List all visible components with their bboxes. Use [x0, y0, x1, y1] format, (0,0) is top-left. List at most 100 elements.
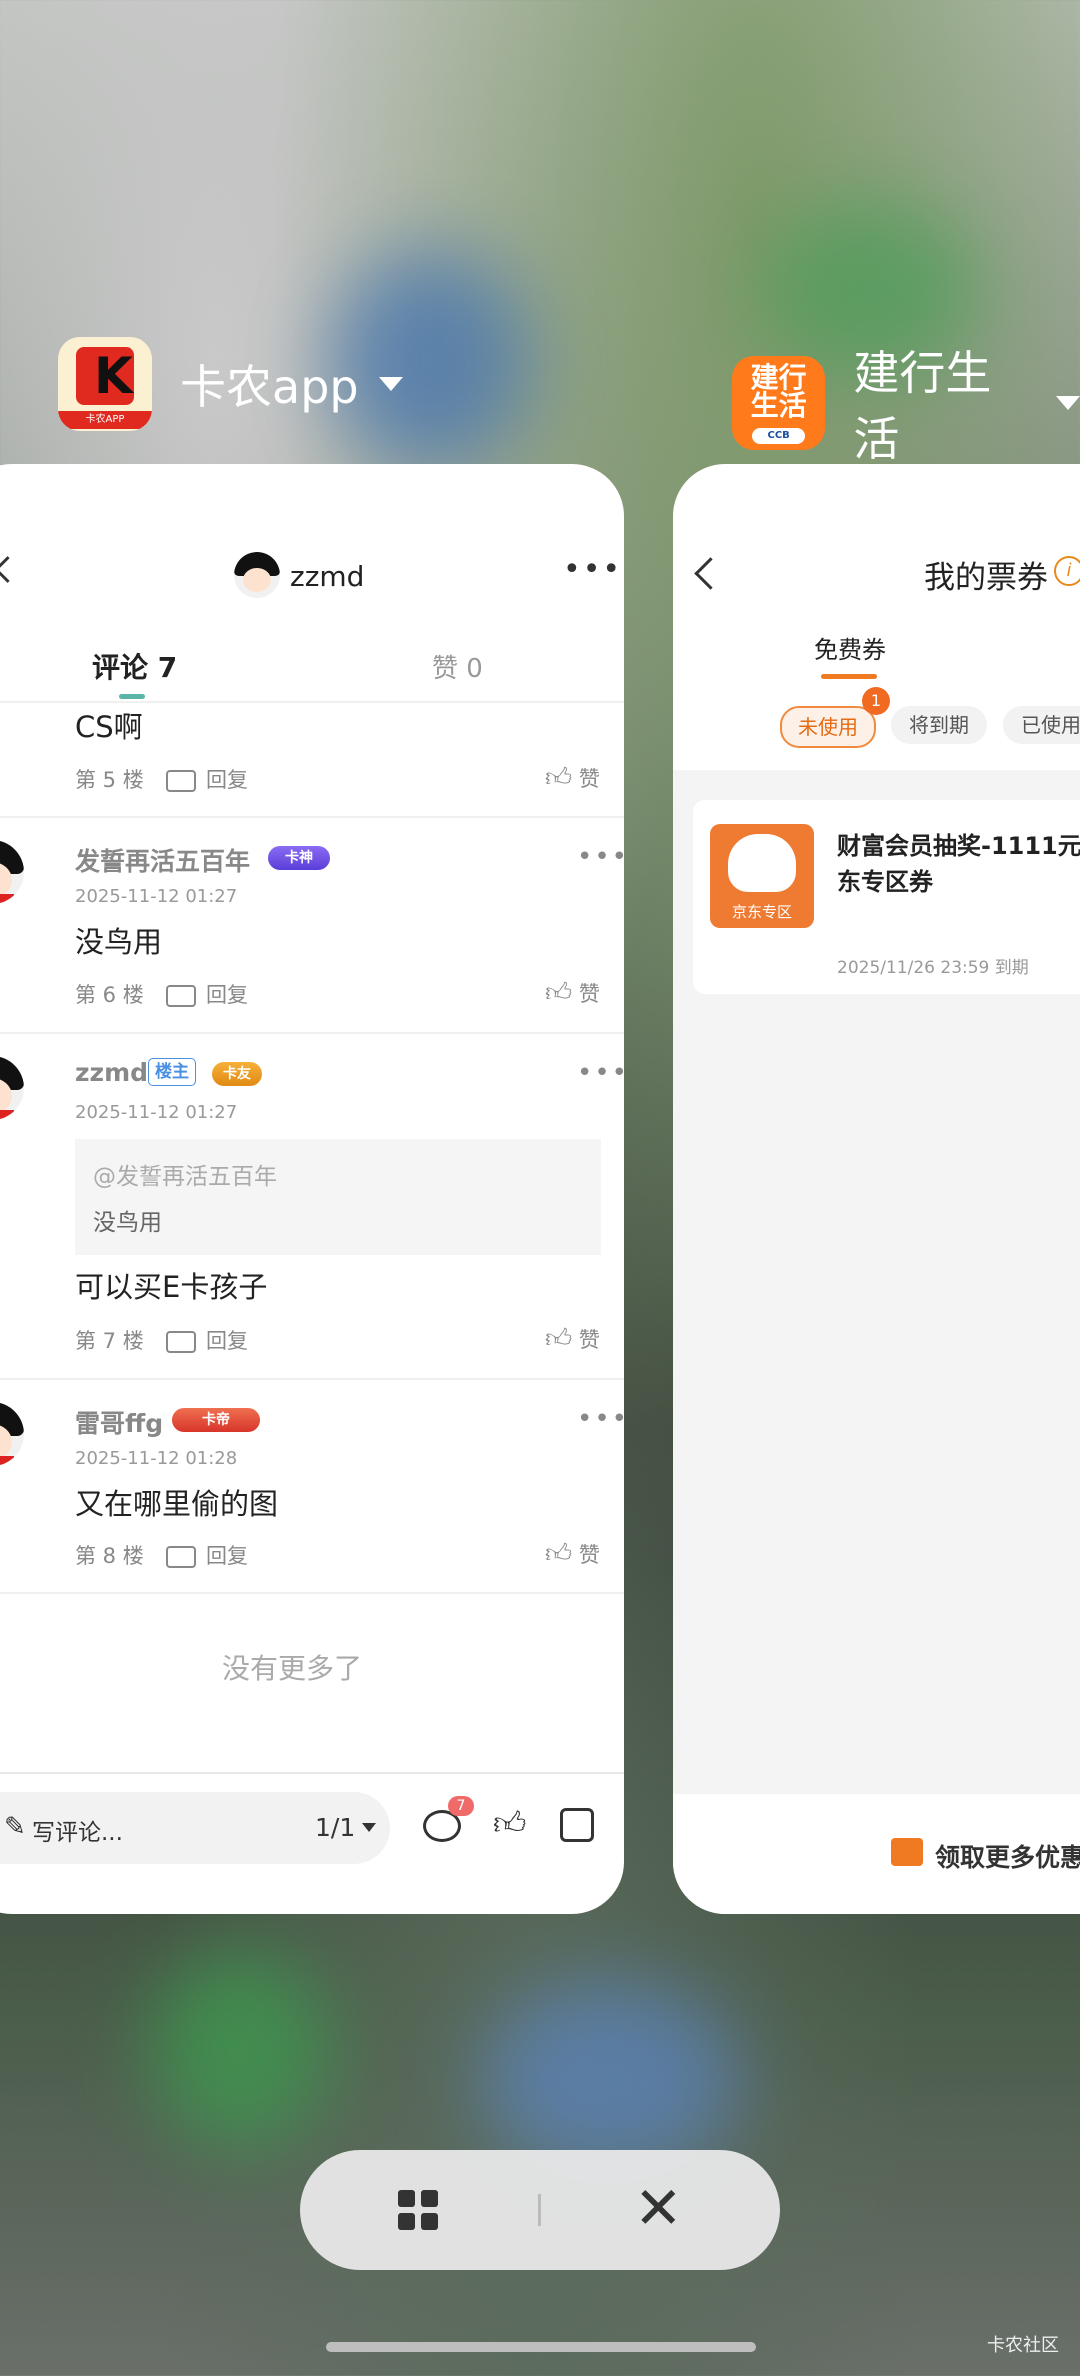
- coupon-card[interactable]: 京东专区 财富会员抽奖-1111元 东专区券 2025/11/26 23:59 …: [693, 800, 1080, 994]
- reply-button[interactable]: 回复: [166, 764, 248, 794]
- watermark: 卡农社区: [987, 2335, 1059, 2356]
- comment-input[interactable]: ✎ 写评论... 1/1: [0, 1792, 390, 1864]
- quoted-text: 没鸟用: [93, 1210, 162, 1236]
- quoted-user: @发誓再活五百年: [93, 1164, 277, 1190]
- floor-number: 第 6 楼: [75, 983, 144, 1007]
- page-indicator[interactable]: 1/1: [315, 1813, 355, 1842]
- info-icon[interactable]: i: [1054, 556, 1080, 586]
- caret-down-icon[interactable]: [362, 1823, 376, 1832]
- back-icon[interactable]: [0, 556, 21, 583]
- icon-text-top: 建行: [750, 361, 807, 394]
- tab-comments[interactable]: 评论 7: [92, 646, 177, 686]
- icon-bank-label: CCB: [752, 428, 806, 444]
- tab-likes[interactable]: 赞 0: [432, 648, 483, 685]
- dog-icon: [728, 834, 796, 892]
- footer-bar[interactable]: 领取更多优惠: [673, 1794, 1080, 1914]
- reply-button[interactable]: 回复: [166, 979, 248, 1009]
- like-button[interactable]: 👍︎ 赞: [545, 762, 600, 793]
- pencil-icon: ✎: [4, 1812, 26, 1842]
- comment-time: 2025-11-12 01:28: [75, 1448, 238, 1469]
- comment-time: 2025-11-12 01:27: [75, 1102, 238, 1123]
- filter-expiring[interactable]: 将到期: [891, 706, 987, 744]
- comment-placeholder: 写评论...: [32, 1820, 123, 1846]
- coupon-thumb: 京东专区: [710, 824, 814, 928]
- tab-free-coupons[interactable]: 免费券: [814, 630, 886, 665]
- floor-number: 第 8 楼: [75, 1544, 144, 1568]
- left-app-header[interactable]: K 卡农APP 卡农app: [58, 337, 403, 431]
- chevron-down-icon[interactable]: [1056, 396, 1080, 410]
- avatar[interactable]: [0, 840, 24, 904]
- comment-content: CS啊: [75, 710, 143, 744]
- author-name: zzmd: [290, 560, 365, 593]
- dock-divider: [538, 2194, 541, 2226]
- comment-time: 2025-11-12 01:27: [75, 886, 238, 907]
- right-app-name: 建行生活: [853, 346, 992, 466]
- reply-icon: [166, 770, 196, 792]
- level-badge: 卡友: [212, 1062, 262, 1086]
- comment-content: 又在哪里偷的图: [75, 1487, 279, 1521]
- reply-button[interactable]: 回复: [166, 1325, 248, 1355]
- thumbs-up-icon: 👍︎: [545, 1324, 573, 1354]
- end-of-list: 没有更多了: [221, 1652, 362, 1685]
- more-icon[interactable]: •••: [577, 1404, 624, 1434]
- filter-used[interactable]: 已使用: [1003, 706, 1080, 744]
- background-blob: [150, 1950, 330, 2150]
- comment-content: 没鸟用: [75, 925, 163, 959]
- filter-badge: 1: [862, 687, 890, 715]
- chevron-down-icon[interactable]: [378, 377, 403, 391]
- left-app-name: 卡农app: [180, 360, 359, 414]
- ccb-life-app-icon: 建行 生活 CCB: [732, 356, 826, 450]
- home-indicator[interactable]: [326, 2342, 756, 2352]
- page-title: 我的票券: [924, 560, 1048, 596]
- coupon-expiry: 2025/11/26 23:59 到期: [837, 958, 1029, 978]
- share-icon[interactable]: [560, 1808, 594, 1842]
- kanong-app-icon: K 卡农APP: [58, 337, 152, 431]
- thumbs-up-icon: 👍︎: [545, 978, 573, 1008]
- right-app-card[interactable]: 我的票券 i 免费券 未使用 1 将到期 已使用 京东专区 财富会员抽奖-111…: [673, 464, 1080, 1914]
- reply-icon: [166, 1546, 196, 1568]
- footer-text: 领取更多优惠: [935, 1843, 1080, 1872]
- grid-icon[interactable]: [398, 2190, 438, 2230]
- reply-button[interactable]: 回复: [166, 1540, 248, 1570]
- avatar[interactable]: [0, 1402, 24, 1466]
- icon-text-bottom: 生活: [750, 389, 807, 422]
- quoted-comment: @发誓再活五百年 没鸟用: [75, 1139, 601, 1255]
- more-icon[interactable]: •••: [563, 552, 622, 587]
- like-button[interactable]: 👍︎ 赞: [545, 1323, 600, 1354]
- commenter-name[interactable]: zzmd: [75, 1058, 148, 1087]
- divider: [0, 701, 624, 703]
- thumbs-up-icon: 👍︎: [545, 1539, 573, 1569]
- thumbs-up-icon[interactable]: 👍︎: [493, 1804, 526, 1843]
- more-icon[interactable]: •••: [577, 1058, 624, 1088]
- reply-icon: [166, 1331, 196, 1353]
- thumbs-up-icon: 👍︎: [545, 763, 573, 793]
- coupon-thumb-label: 京东专区: [731, 903, 792, 921]
- coupon-title-line1: 财富会员抽奖-1111元: [837, 832, 1080, 860]
- commenter-name[interactable]: 雷哥ffg: [75, 1404, 163, 1440]
- level-badge: 卡帝: [172, 1408, 260, 1432]
- left-app-card[interactable]: zzmd ••• 评论 7 赞 0 CS啊 第 5 楼 回复 👍︎ 赞 发誓再活…: [0, 464, 624, 1914]
- filter-unused[interactable]: 未使用: [780, 706, 876, 748]
- reply-icon: [166, 985, 196, 1007]
- coupon-title-line2: 东专区券: [837, 868, 933, 896]
- avatar[interactable]: [0, 1056, 24, 1120]
- more-icon[interactable]: •••: [577, 842, 624, 872]
- close-all-icon[interactable]: ✕: [634, 2176, 683, 2240]
- commenter-name[interactable]: 发誓再活五百年: [75, 842, 250, 878]
- owner-tag: 楼主: [148, 1058, 196, 1086]
- tab-underline: [119, 694, 145, 699]
- right-app-header[interactable]: 建行 生活 CCB 建行生活: [732, 337, 1080, 469]
- comment-count-badge: 7: [448, 1796, 474, 1816]
- back-icon[interactable]: [694, 557, 727, 590]
- coupon-list-area: 京东专区 财富会员抽奖-1111元 东专区券 2025/11/26 23:59 …: [673, 770, 1080, 1794]
- like-button[interactable]: 👍︎ 赞: [545, 977, 600, 1008]
- floor-number: 第 7 楼: [75, 1329, 144, 1353]
- author-avatar[interactable]: [234, 552, 280, 598]
- app-icon-label: 卡农APP: [58, 411, 152, 429]
- level-badge: 卡神: [268, 846, 330, 870]
- gift-icon: [891, 1838, 923, 1866]
- tab-underline: [821, 674, 877, 679]
- like-button[interactable]: 👍︎ 赞: [545, 1538, 600, 1569]
- floor-number: 第 5 楼: [75, 768, 144, 792]
- comment-content: 可以买E卡孩子: [75, 1270, 268, 1304]
